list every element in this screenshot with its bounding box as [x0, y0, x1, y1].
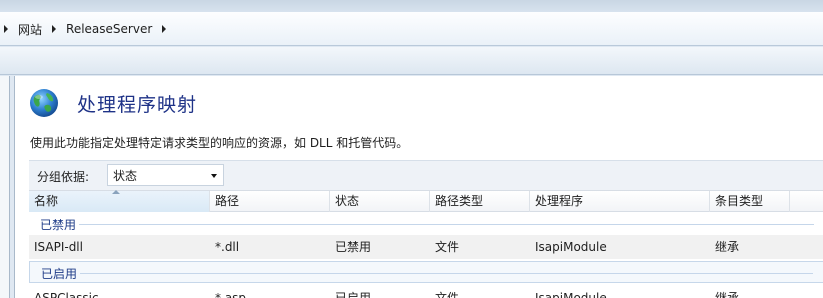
column-header-path[interactable]: 路径: [210, 191, 330, 212]
globe-icon: [30, 89, 58, 117]
group-header-enabled[interactable]: 已启用: [29, 261, 823, 283]
breadcrumb-item-sites[interactable]: 网站: [12, 18, 48, 40]
group-divider: [80, 273, 813, 274]
group-by-label: 分组依据:: [37, 170, 90, 184]
cell-name: ASPClassic: [34, 291, 99, 298]
column-header-name[interactable]: 名称: [29, 190, 210, 212]
page-description: 使用此功能指定处理特定请求类型的响应的资源，如 DLL 和托管代码。: [30, 136, 409, 150]
cell-handler: IsapiModule: [535, 291, 607, 298]
group-by-value: 状态: [113, 168, 138, 183]
page-title: 处理程序映射: [77, 94, 198, 116]
cell-path: *.asp: [215, 291, 247, 298]
menu-band: [0, 47, 823, 75]
cell-state: 已禁用: [335, 240, 372, 254]
column-header-path-type[interactable]: 路径类型: [430, 191, 530, 212]
group-header-disabled[interactable]: 已禁用: [29, 213, 823, 233]
breadcrumb-item-server[interactable]: ReleaseServer: [60, 18, 158, 40]
table-header: 名称 路径 状态 路径类型 处理程序 条目类型: [29, 190, 823, 212]
sort-ascending-icon: [112, 190, 120, 194]
table-row[interactable]: ISAPI-dll *.dll 已禁用 文件 IsapiModule 继承: [29, 235, 823, 259]
handler-mappings-table: 名称 路径 状态 路径类型 处理程序 条目类型 已禁用 ISAPI-dll *.…: [29, 190, 823, 298]
cell-name: ISAPI-dll: [34, 240, 83, 254]
cell-handler: IsapiModule: [535, 240, 607, 254]
cell-entry-type: 继承: [715, 291, 740, 298]
cell-state: 已启用: [335, 291, 372, 298]
chevron-down-icon[interactable]: [211, 174, 217, 178]
breadcrumb-arrow-icon[interactable]: [52, 25, 57, 33]
column-header-handler[interactable]: 处理程序: [530, 191, 710, 212]
cell-path-type: 文件: [435, 240, 460, 254]
connections-pane: [0, 76, 10, 298]
breadcrumb-arrow-icon[interactable]: [162, 25, 167, 33]
column-header-entry-type[interactable]: 条目类型: [710, 191, 790, 212]
window-title-strip: [0, 0, 823, 12]
cell-path: *.dll: [215, 240, 240, 254]
feature-panel: 处理程序映射 使用此功能指定处理特定请求类型的响应的资源，如 DLL 和托管代码…: [14, 76, 823, 298]
group-by-select[interactable]: 状态: [107, 164, 224, 186]
cell-path-type: 文件: [435, 291, 460, 298]
group-divider: [79, 224, 814, 225]
address-bar[interactable]: 网站 ReleaseServer: [0, 12, 823, 46]
breadcrumb-arrow-icon[interactable]: [4, 25, 8, 33]
table-row[interactable]: ASPClassic *.asp 已启用 文件 IsapiModule 继承: [29, 286, 823, 298]
group-by-toolbar: 分组依据: 状态: [29, 160, 823, 190]
breadcrumb: 网站 ReleaseServer: [0, 18, 823, 40]
cell-entry-type: 继承: [715, 240, 740, 254]
column-header-state[interactable]: 状态: [330, 191, 430, 212]
